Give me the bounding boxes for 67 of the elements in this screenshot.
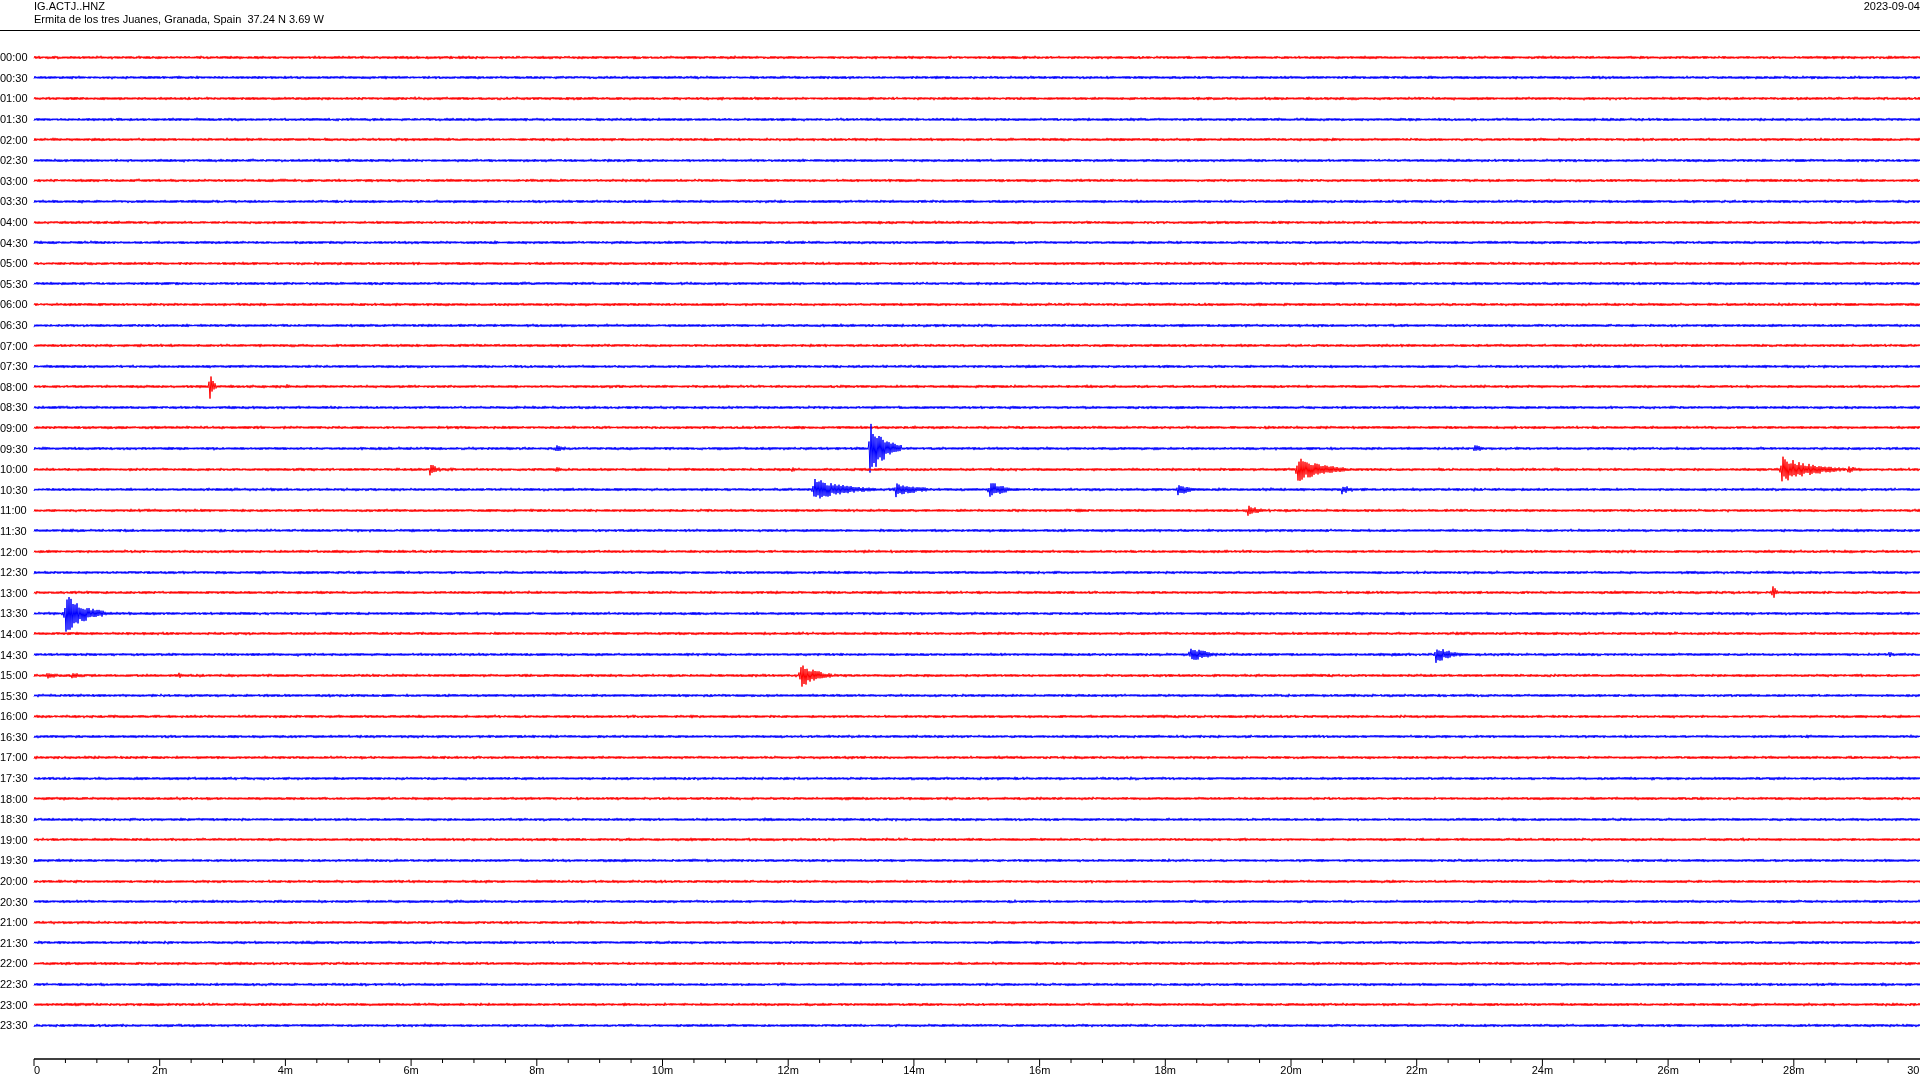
time-label: 07:30 — [0, 360, 29, 373]
date-label: 2023-09-04 — [1863, 0, 1920, 14]
time-label: 21:30 — [0, 936, 29, 949]
axis-label: 0 — [34, 1063, 41, 1076]
time-label: 17:00 — [0, 751, 29, 764]
time-label: 08:30 — [0, 401, 29, 414]
time-label: 03:00 — [0, 174, 29, 187]
time-label: 12:30 — [0, 566, 29, 579]
time-label: 04:00 — [0, 216, 29, 229]
time-label: 14:30 — [0, 648, 29, 661]
time-label: 01:30 — [0, 113, 29, 126]
time-label: 09:30 — [0, 442, 29, 455]
time-label: 00:00 — [0, 51, 29, 64]
time-label: 22:30 — [0, 978, 29, 990]
time-label: 21:00 — [0, 916, 29, 929]
time-label: 23:30 — [0, 1019, 29, 1032]
time-label: 18:00 — [0, 792, 29, 805]
axis-label: 24m — [1531, 1063, 1554, 1076]
axis-label: 14m — [903, 1063, 925, 1076]
axis-label: 20m — [1280, 1063, 1302, 1076]
time-label: 04:30 — [0, 236, 29, 249]
time-label: 19:00 — [0, 833, 29, 846]
time-label: 05:00 — [0, 257, 29, 270]
time-label: 11:00 — [0, 504, 28, 517]
axis-label: 6m — [403, 1063, 419, 1076]
time-label: 16:30 — [0, 730, 29, 743]
time-label: 10:30 — [0, 483, 29, 496]
time-label: 06:00 — [0, 298, 29, 311]
time-label: 01:00 — [0, 92, 29, 105]
time-label: 16:00 — [0, 710, 29, 723]
axis-label: 30 — [1907, 1063, 1920, 1076]
time-label: 19:30 — [0, 854, 29, 867]
time-label: 18:30 — [0, 813, 29, 826]
axis-label: 12m — [777, 1063, 799, 1076]
time-label: 08:00 — [0, 380, 29, 393]
time-label: 05:30 — [0, 277, 29, 290]
axis-label: 10m — [651, 1063, 674, 1076]
station-location: Ermita de los tres Juanes, Granada, Spain 37.24 N 3.69 W — [34, 13, 324, 26]
time-label: 13:30 — [0, 607, 29, 620]
axis-label: 26m — [1657, 1063, 1679, 1076]
time-label: 02:30 — [0, 154, 29, 167]
time-label: 13:00 — [0, 586, 29, 599]
station-code: IG.ACTJ..HNZ — [34, 0, 106, 13]
axis-label: 28m — [1783, 1063, 1805, 1076]
time-label: 10:00 — [0, 463, 29, 476]
time-label: 09:00 — [0, 422, 29, 434]
time-label: 12:00 — [0, 545, 29, 558]
axis-label: 22m — [1406, 1063, 1428, 1076]
time-label: 23:00 — [0, 998, 29, 1011]
time-label: 02:00 — [0, 133, 29, 146]
axis-label: 18m — [1154, 1063, 1176, 1076]
axis-label: 2m — [152, 1063, 168, 1076]
time-label: 15:00 — [0, 669, 29, 682]
time-label: 20:30 — [0, 895, 29, 908]
axis-label: 16m — [1028, 1063, 1051, 1076]
time-label: 06:30 — [0, 319, 29, 331]
time-label: 17:30 — [0, 772, 29, 785]
axis-label: 4m — [277, 1063, 294, 1076]
time-label: 15:30 — [0, 689, 29, 702]
time-label: 22:00 — [0, 957, 29, 970]
time-label: 00:30 — [0, 71, 29, 84]
time-label: 11:30 — [0, 524, 28, 537]
time-label: 03:30 — [0, 195, 29, 208]
time-label: 14:00 — [0, 627, 29, 640]
time-label: 20:00 — [0, 875, 29, 888]
time-label: 07:00 — [0, 339, 29, 352]
axis-label: 8m — [529, 1063, 545, 1076]
